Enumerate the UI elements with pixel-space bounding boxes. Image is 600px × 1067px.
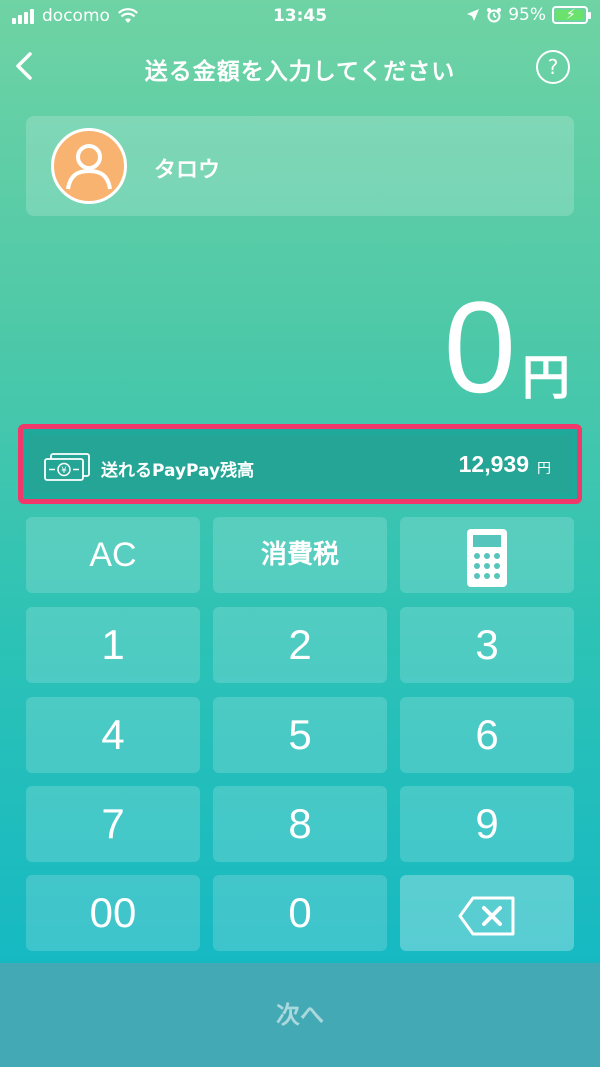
location-icon <box>467 9 480 21</box>
key-5[interactable]: 5 <box>213 697 387 773</box>
calculator-icon <box>467 528 507 587</box>
avatar <box>51 128 127 204</box>
key-ac[interactable]: AC <box>26 517 200 593</box>
key-2[interactable]: 2 <box>213 607 387 683</box>
key-calculator[interactable] <box>400 517 574 593</box>
battery-icon: ⚡ <box>552 6 591 24</box>
key-delete[interactable] <box>400 875 574 951</box>
status-right: 95% ⚡ <box>466 5 591 25</box>
nav-bar: 送る金額を入力してください ? <box>0 42 600 92</box>
balance-row: ¥ 送れるPayPay残高 12,939 円 <box>29 435 571 493</box>
key-8[interactable]: 8 <box>213 786 387 862</box>
amount-unit: 円 <box>521 350 570 406</box>
key-4[interactable]: 4 <box>26 697 200 773</box>
recipient-card: タロウ <box>26 116 574 216</box>
key-tax[interactable]: 消費税 <box>213 517 387 593</box>
alarm-icon <box>487 8 502 23</box>
balance-label: 送れるPayPay残高 <box>101 461 255 481</box>
balance-highlight: ¥ 送れるPayPay残高 12,939 円 <box>18 424 582 504</box>
key-3[interactable]: 3 <box>400 607 574 683</box>
balance-amount: 12,939 <box>458 451 529 477</box>
amount-display: 0 円 <box>444 282 570 412</box>
status-bar: docomo 13:45 95% ⚡ <box>0 0 600 34</box>
key-1[interactable]: 1 <box>26 607 200 683</box>
next-button[interactable]: 次へ <box>0 963 600 1067</box>
recipient-name: タロウ <box>154 158 221 183</box>
key-6[interactable]: 6 <box>400 697 574 773</box>
svg-text:¥: ¥ <box>61 466 67 476</box>
amount-value: 0 <box>443 274 516 420</box>
page-title: 送る金額を入力してください <box>144 59 456 85</box>
key-00[interactable]: 00 <box>26 875 200 951</box>
key-9[interactable]: 9 <box>400 786 574 862</box>
backspace-icon <box>458 896 515 936</box>
key-7[interactable]: 7 <box>26 786 200 862</box>
banknote-icon: ¥ <box>44 453 90 481</box>
user-icon <box>66 144 112 190</box>
battery-percent: 95% <box>508 5 546 25</box>
key-0[interactable]: 0 <box>213 875 387 951</box>
help-button[interactable]: ? <box>536 50 570 84</box>
balance-unit: 円 <box>537 461 551 477</box>
